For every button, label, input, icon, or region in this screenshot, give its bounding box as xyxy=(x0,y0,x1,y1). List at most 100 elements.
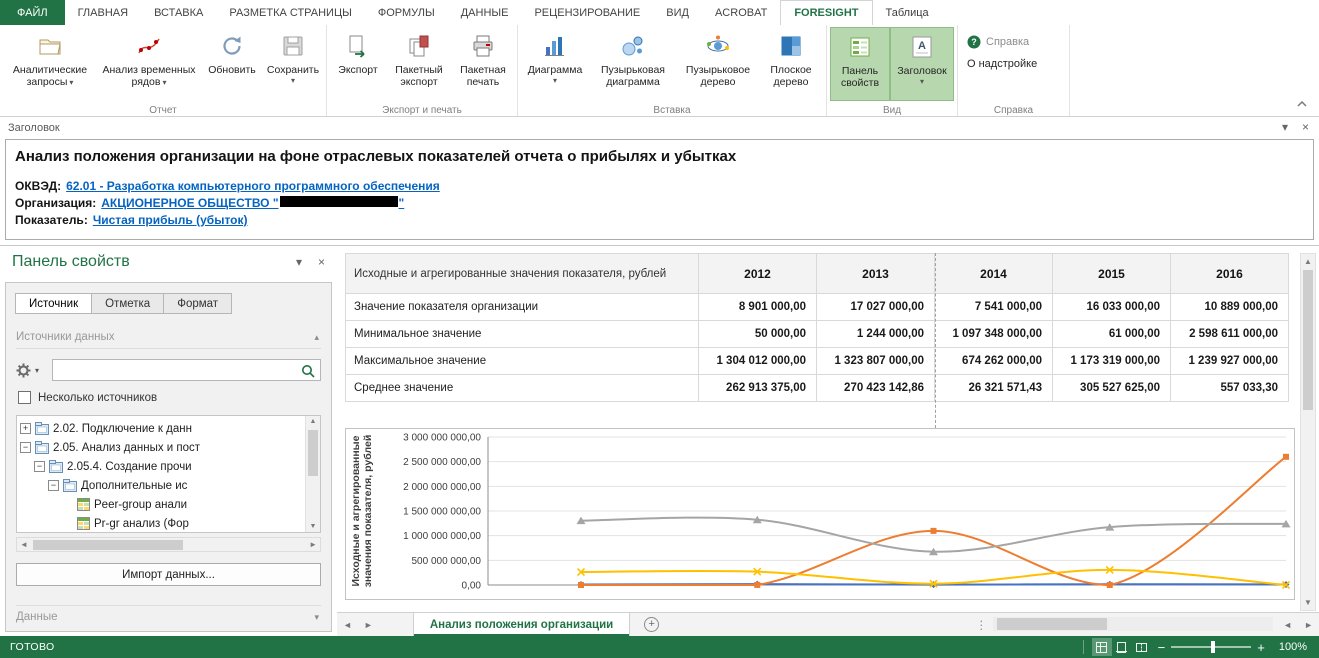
chart-button[interactable]: Диаграмма ▾ xyxy=(521,27,589,101)
close-icon[interactable]: × xyxy=(318,255,325,269)
panel-collapse-icon[interactable]: ▾ xyxy=(296,255,302,269)
tab-mark[interactable]: Отметка xyxy=(91,293,164,314)
data-section-header: Данные ▾ xyxy=(16,605,321,623)
zoom-slider[interactable] xyxy=(1171,646,1251,648)
time-series-chart-icon xyxy=(136,31,162,61)
new-sheet-button[interactable]: + xyxy=(644,617,659,632)
tab-source[interactable]: Источник xyxy=(15,293,92,314)
tree-item[interactable]: −2.05.4. Создание прочи xyxy=(20,457,302,476)
search-icon[interactable] xyxy=(301,364,315,378)
ribbon-tab-0[interactable]: ФАЙЛ xyxy=(0,0,65,25)
table-cell-value: 557 033,30 xyxy=(1171,375,1289,402)
chevron-up-icon xyxy=(1297,101,1307,107)
okved-link[interactable]: 62.01 - Разработка компьютерного програм… xyxy=(66,179,440,193)
button-label: О надстройке xyxy=(967,58,1037,70)
batch-print-button[interactable]: Пакетная печать xyxy=(452,27,514,101)
sheet-vertical-scrollbar[interactable]: ▲ ▼ xyxy=(1300,253,1316,611)
sheet-horizontal-scrollbar[interactable] xyxy=(993,617,1273,631)
tab-format[interactable]: Формат xyxy=(163,293,232,314)
y-tick-label: 3 000 000 000,00 xyxy=(403,433,481,444)
ribbon-tab-1[interactable]: ГЛАВНАЯ xyxy=(65,0,141,25)
scrollbar-thumb[interactable] xyxy=(33,540,183,550)
export-button[interactable]: Экспорт xyxy=(330,27,386,101)
normal-view-icon[interactable] xyxy=(1092,638,1112,656)
save-button[interactable]: Сохранить ▾ xyxy=(263,27,323,101)
tree-item[interactable]: +2.02. Подключение к данн xyxy=(20,419,302,438)
ribbon-tab-3[interactable]: РАЗМЕТКА СТРАНИЦЫ xyxy=(216,0,364,25)
scroll-down-icon[interactable]: ▼ xyxy=(1301,598,1315,607)
properties-tabs: Источник Отметка Формат xyxy=(15,293,231,314)
ribbon-tab-6[interactable]: РЕЦЕНЗИРОВАНИЕ xyxy=(521,0,653,25)
scrollbar-thumb[interactable] xyxy=(997,618,1107,630)
collapse-icon[interactable]: − xyxy=(34,461,45,472)
help-button[interactable]: ? Справка xyxy=(967,35,1037,49)
tree-vertical-scrollbar[interactable]: ▲ ▼ xyxy=(305,416,320,532)
group-label-export-print: Экспорт и печать xyxy=(327,105,517,116)
indicator-link[interactable]: Чистая прибыль (убыток) xyxy=(93,213,248,227)
page-layout-view-icon[interactable] xyxy=(1112,638,1132,656)
pane-collapse-icon[interactable]: ▾ xyxy=(1282,120,1288,134)
chart-svg: 3 000 000 000,002 500 000 000,002 000 00… xyxy=(346,429,1294,599)
multi-source-checkbox[interactable] xyxy=(18,391,31,404)
ribbon-tab-4[interactable]: ФОРМУЛЫ xyxy=(365,0,448,25)
ribbon-tab-7[interactable]: ВИД xyxy=(653,0,702,25)
flat-tree-button[interactable]: Плоское дерево xyxy=(759,27,823,101)
tree-item[interactable]: −Дополнительные ис xyxy=(20,476,302,495)
header-toggle-button[interactable]: A Заголовок ▾ xyxy=(890,27,954,101)
section-collapse-icon[interactable]: ▴ xyxy=(314,332,319,343)
table-row-label: Значение показателя организации xyxy=(346,294,699,321)
ribbon-tab-9[interactable]: FORESIGHT xyxy=(780,0,872,25)
tabbar-splitter-icon[interactable]: ⋮ xyxy=(970,613,994,636)
zoom-slider-thumb[interactable] xyxy=(1211,641,1215,653)
scroll-up-icon[interactable]: ▲ xyxy=(1301,257,1315,266)
batch-export-icon xyxy=(406,31,432,61)
y-axis-title: Исходные и агрегированные xyxy=(350,435,362,586)
section-collapse-icon[interactable]: ▾ xyxy=(314,612,319,623)
scrollbar-thumb[interactable] xyxy=(1303,270,1313,410)
ribbon-tab-10[interactable]: Таблица xyxy=(873,0,942,25)
collapse-icon[interactable]: − xyxy=(48,480,59,491)
collapse-icon[interactable]: − xyxy=(20,442,31,453)
sheet-nav-left-icon[interactable]: ◄ xyxy=(337,613,358,636)
line-chart[interactable]: 3 000 000 000,002 500 000 000,002 000 00… xyxy=(345,428,1295,600)
batch-export-button[interactable]: Пакетный экспорт xyxy=(386,27,452,101)
bubble-chart-button[interactable]: Пузырьковая диаграмма xyxy=(589,27,677,101)
page-break-view-icon[interactable] xyxy=(1132,638,1152,656)
zoom-level[interactable]: 100% xyxy=(1271,641,1319,653)
table-cell-value: 270 423 142,86 xyxy=(817,375,935,402)
ribbon-tab-2[interactable]: ВСТАВКА xyxy=(141,0,216,25)
bubble-tree-button[interactable]: Пузырьковое дерево xyxy=(677,27,759,101)
import-data-button[interactable]: Импорт данных... xyxy=(16,563,321,586)
refresh-button[interactable]: Обновить xyxy=(201,27,263,101)
about-button[interactable]: О надстройке xyxy=(967,58,1037,70)
expand-icon[interactable]: + xyxy=(20,423,31,434)
time-series-button[interactable]: Анализ временных рядов▾ xyxy=(97,27,201,101)
tree-item[interactable]: −2.05. Анализ данных и пост xyxy=(20,438,302,457)
printer-icon xyxy=(470,31,496,61)
organization-link[interactable]: АКЦИОНЕРНОЕ ОБЩЕСТВО "" xyxy=(101,196,404,210)
zoom-out-button[interactable]: − xyxy=(1152,640,1172,655)
search-input[interactable] xyxy=(57,361,296,379)
scroll-right-icon[interactable]: ► xyxy=(309,540,317,549)
properties-panel-toggle-button[interactable]: Панель свойств xyxy=(830,27,890,101)
ribbon-tab-8[interactable]: ACROBAT xyxy=(702,0,780,25)
zoom-in-button[interactable]: + xyxy=(1251,640,1271,655)
close-icon[interactable]: × xyxy=(1302,120,1309,134)
scroll-right-icon[interactable]: ► xyxy=(1298,613,1319,636)
sheet-nav-right-icon[interactable]: ► xyxy=(358,613,379,636)
button-label: Панель свойств xyxy=(841,65,879,89)
scroll-up-icon[interactable]: ▲ xyxy=(306,418,320,425)
ribbon-collapse-button[interactable] xyxy=(1297,94,1307,112)
table-cell-value: 26 321 571,43 xyxy=(935,375,1053,402)
settings-menu-button[interactable]: ▾ xyxy=(16,359,46,381)
tree-item[interactable]: Pr-gr анализ (Фор xyxy=(20,514,302,530)
sheet-tab-active[interactable]: Анализ положения организации xyxy=(413,613,630,636)
ribbon-tab-5[interactable]: ДАННЫЕ xyxy=(448,0,522,25)
scroll-down-icon[interactable]: ▼ xyxy=(306,523,320,530)
scroll-left-icon[interactable]: ◄ xyxy=(20,540,28,549)
tree-horizontal-scrollbar[interactable]: ◄ ► xyxy=(16,537,321,552)
scroll-left-icon[interactable]: ◄ xyxy=(1277,613,1298,636)
tree-item[interactable]: Peer-group анали xyxy=(20,495,302,514)
analytic-queries-button[interactable]: Аналитические запросы▾ xyxy=(3,27,97,101)
scrollbar-thumb[interactable] xyxy=(308,430,318,476)
